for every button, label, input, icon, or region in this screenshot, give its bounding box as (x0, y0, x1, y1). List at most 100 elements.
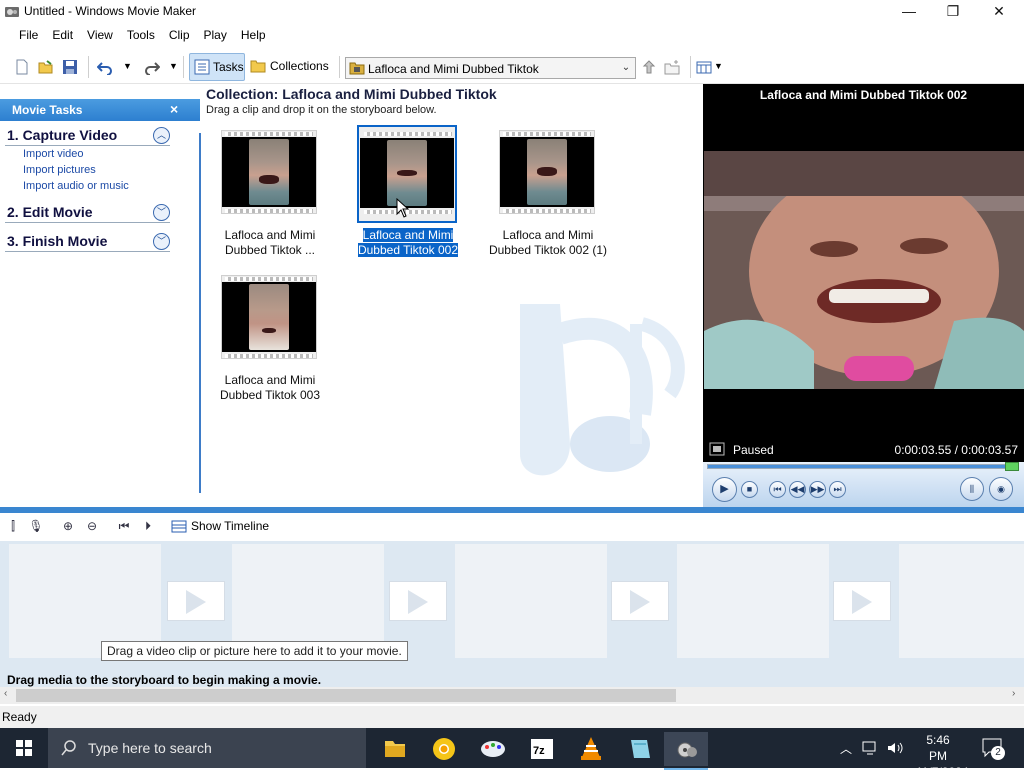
seek-handle[interactable] (1005, 462, 1019, 471)
split-clip-button[interactable]: ⫼ (960, 477, 984, 501)
clip-thumbnail[interactable]: Lafloca and Mimi Dubbed Tiktok ... (221, 130, 319, 257)
menu-view[interactable]: View (80, 24, 120, 42)
preview-title: Lafloca and Mimi Dubbed Tiktok 002 (759, 88, 968, 102)
chevron-up-icon[interactable]: ︿ (153, 127, 170, 144)
film-holes (503, 132, 591, 136)
play-button[interactable]: ▶ (712, 477, 737, 502)
network-icon[interactable] (861, 739, 879, 757)
up-one-level-icon[interactable] (641, 59, 657, 75)
active-indicator (664, 768, 708, 770)
file-explorer-icon[interactable] (373, 732, 417, 766)
show-hidden-icons[interactable]: ︿ (840, 740, 852, 780)
fast-forward-button[interactable]: ▶▶ (809, 481, 826, 498)
film-holes (225, 277, 313, 281)
transition-slot[interactable] (167, 581, 225, 621)
storyboard-clip-slot[interactable] (455, 544, 607, 658)
chevron-down-icon[interactable]: ﹀ (153, 204, 170, 221)
section-finish-movie[interactable]: 3. Finish Movie ﹀ (5, 232, 170, 252)
volume-icon[interactable] (886, 739, 904, 757)
close-button[interactable]: ✕ (976, 0, 1022, 24)
scroll-left-icon[interactable]: ‹ (4, 688, 7, 699)
take-picture-button[interactable]: ◉ (989, 477, 1013, 501)
menu-edit[interactable]: Edit (45, 24, 80, 42)
next-frame-button[interactable]: ⏭ (829, 481, 846, 498)
menu-tools[interactable]: Tools (120, 24, 162, 42)
zoom-in-icon[interactable]: ⊕ (60, 518, 76, 534)
close-tasks-icon[interactable]: × (170, 101, 178, 117)
menu-help[interactable]: Help (234, 24, 273, 42)
vlc-icon[interactable] (569, 732, 613, 766)
redo-icon[interactable] (144, 59, 160, 75)
movie-tasks-header: Movie Tasks × (0, 99, 200, 121)
section-capture-video[interactable]: 1. Capture Video ︿ (5, 126, 170, 146)
chevron-down-icon[interactable]: ﹀ (153, 233, 170, 250)
previous-frame-button[interactable]: ⏮ (769, 481, 786, 498)
minimize-button[interactable]: — (886, 0, 932, 24)
timeline-icon (171, 520, 187, 533)
section-edit-movie[interactable]: 2. Edit Movie ﹀ (5, 203, 170, 223)
show-timeline-button[interactable]: Show Timeline (191, 519, 269, 533)
menu-clip[interactable]: Clip (162, 24, 197, 42)
film-holes (225, 132, 313, 136)
redo-dropdown-icon[interactable]: ▼ (169, 61, 178, 81)
menu-play[interactable]: Play (197, 24, 234, 42)
toolbar-separator (88, 56, 89, 78)
save-project-icon[interactable] (62, 59, 78, 75)
storyboard (0, 541, 1024, 687)
seek-bar[interactable] (707, 464, 1019, 469)
clock[interactable]: 5:46 PM 11/7/2024 (916, 732, 969, 779)
movie-tasks-title: Movie Tasks (12, 103, 83, 117)
undo-icon[interactable] (97, 59, 113, 75)
storyboard-scrollbar[interactable]: ‹ › (0, 687, 1024, 704)
clip-thumbnail[interactable]: Lafloca and Mimi Dubbed Tiktok 002 (1) (489, 130, 607, 257)
transition-slot[interactable] (611, 581, 669, 621)
scroll-right-icon[interactable]: › (1012, 688, 1015, 699)
scrollbar-thumb[interactable] (16, 689, 676, 702)
stop-button[interactable]: ■ (741, 481, 758, 498)
playback-time: 0:00:03.55 / 0:00:03.57 (894, 443, 1018, 457)
new-project-icon[interactable] (14, 59, 30, 75)
views-dropdown-icon[interactable]: ▼ (714, 61, 723, 81)
notes-app-icon[interactable] (618, 732, 662, 766)
fullscreen-icon[interactable] (709, 442, 725, 456)
taskbar-search-box[interactable]: Type here to search (48, 728, 366, 768)
chrome-icon[interactable] (422, 732, 466, 766)
clip-frame (222, 137, 316, 207)
set-audio-levels-icon[interactable]: ⫿ (5, 518, 21, 534)
storyboard-clip-slot[interactable] (677, 544, 829, 658)
import-video-link[interactable]: Import video (23, 148, 84, 160)
windows-start-icon[interactable] (0, 728, 48, 768)
clip-thumbnail[interactable]: Lafloca and Mimi Dubbed Tiktok 003 (220, 275, 320, 402)
7zip-icon[interactable]: 7z (520, 732, 564, 766)
status-bar: Ready (0, 706, 1024, 728)
restore-button[interactable]: ❐ (930, 0, 976, 24)
transition-arrow-icon (852, 590, 872, 614)
storyboard-clip-slot[interactable] (899, 544, 1024, 658)
tasks-button[interactable]: Tasks (189, 53, 245, 81)
preview-monitor: Lafloca and Mimi Dubbed Tiktok 002 Pause… (703, 84, 1024, 508)
transition-slot[interactable] (833, 581, 891, 621)
views-icon[interactable] (696, 59, 712, 75)
transition-slot[interactable] (389, 581, 447, 621)
movie-tasks-pane: Movie Tasks × 1. Capture Video ︿ Import … (0, 85, 200, 507)
rewind-button[interactable]: ◀◀ (789, 481, 806, 498)
movie-maker-taskbar-button[interactable] (664, 732, 708, 770)
play-storyboard-icon[interactable]: ⏵ (140, 518, 156, 534)
clip-thumbnail-selected[interactable]: Lafloca and Mimi Dubbed Tiktok 002 (357, 125, 459, 257)
seek-bar-fill (708, 465, 1015, 468)
storyboard-toolbar: ⫿ 🎙 ⊕ ⊖ ⏮ ⏵ Show Timeline (0, 513, 1024, 541)
undo-dropdown-icon[interactable]: ▼ (123, 61, 132, 81)
movie-maker-app-icon (5, 7, 19, 17)
paint-icon[interactable] (471, 732, 515, 766)
zoom-out-icon[interactable]: ⊖ (84, 518, 100, 534)
import-pictures-link[interactable]: Import pictures (23, 164, 96, 176)
open-project-icon[interactable] (38, 59, 54, 75)
collection-dropdown[interactable]: Lafloca and Mimi Dubbed Tiktok ⌄ (345, 57, 636, 79)
film-holes (225, 354, 313, 358)
import-audio-link[interactable]: Import audio or music (23, 180, 129, 192)
new-collection-folder-icon[interactable] (664, 59, 680, 75)
rewind-storyboard-icon[interactable]: ⏮ (116, 518, 132, 534)
narrate-icon[interactable]: 🎙 (28, 518, 44, 534)
face-image (249, 139, 289, 205)
menu-file[interactable]: File (12, 24, 45, 42)
